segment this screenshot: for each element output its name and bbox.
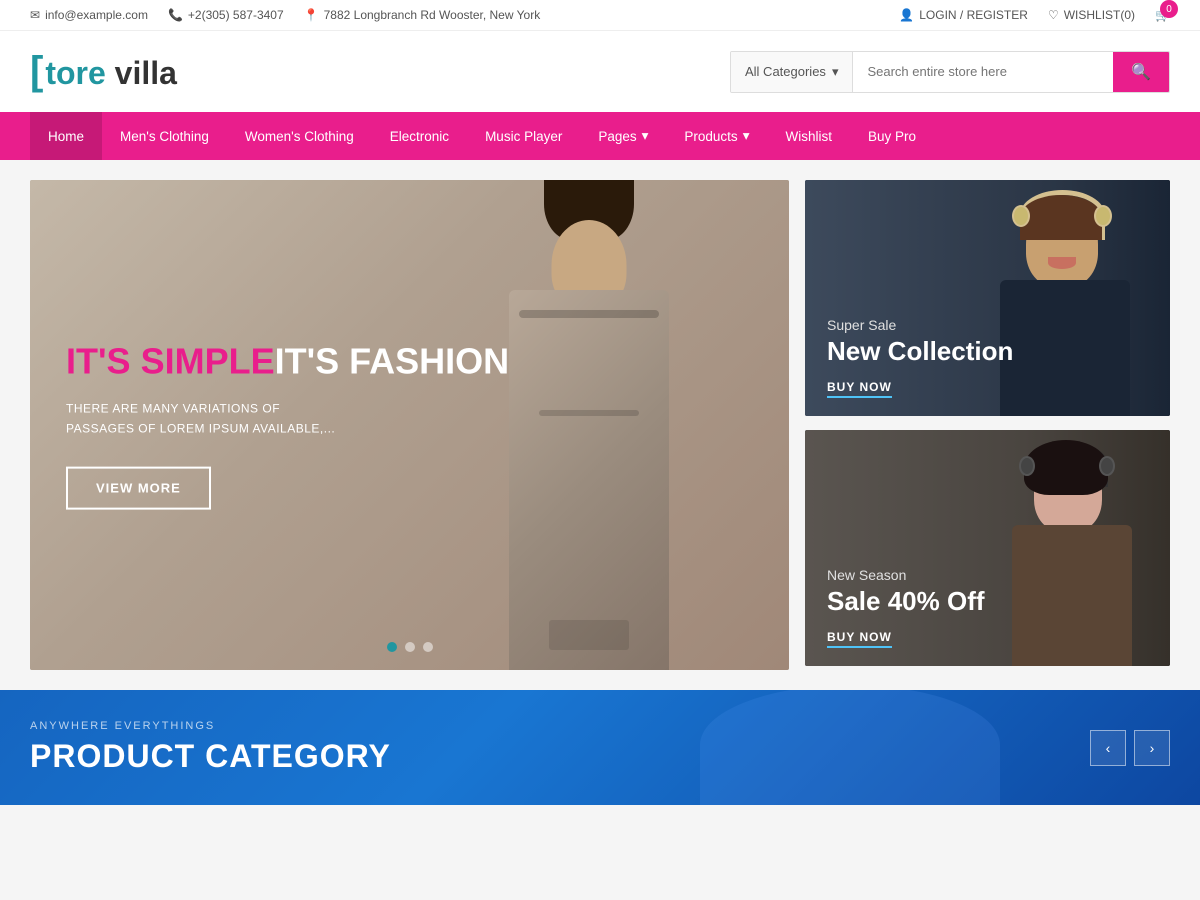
nav-item-wishlist[interactable]: Wishlist (767, 112, 850, 160)
banner-content-2: New Season Sale 40% Off BUY NOW (805, 545, 1007, 666)
hero-headline: IT'S SIMPLEIT'S FASHION (66, 341, 509, 382)
navbar: Home Men's Clothing Women's Clothing Ele… (0, 112, 1200, 160)
slider-dot-3[interactable] (423, 642, 433, 652)
search-input[interactable] (853, 52, 1113, 92)
banner-title-1: New Collection (827, 337, 1013, 366)
side-banners: Super Sale New Collection BUY NOW (805, 180, 1170, 670)
heart-icon: ♡ (1048, 8, 1059, 22)
figure-waist (539, 410, 639, 416)
banner-new-collection: Super Sale New Collection BUY NOW (805, 180, 1170, 416)
category-label: All Categories (745, 64, 826, 79)
product-cat-title: PRODUCT CATEGORY (30, 738, 391, 775)
banner-buy-now-2[interactable]: BUY NOW (827, 630, 892, 648)
user-icon: 👤 (899, 8, 914, 22)
chevron-down-icon: ▾ (832, 64, 839, 80)
banner-body-2 (1012, 525, 1132, 666)
figure-phone (549, 620, 629, 650)
product-category-section: ANYWHERE EVERYTHINGS PRODUCT CATEGORY ‹ … (0, 690, 1200, 805)
cart-count-badge: 0 (1160, 0, 1178, 18)
search-button[interactable]: 🔍 (1113, 52, 1169, 92)
category-dropdown[interactable]: All Categories ▾ (731, 52, 853, 92)
nav-item-womens-clothing[interactable]: Women's Clothing (227, 112, 372, 160)
search-bar: All Categories ▾ 🔍 (730, 51, 1170, 93)
hero-content: IT'S SIMPLEIT'S FASHION THERE ARE MANY V… (66, 341, 509, 510)
headphone-cup-right (1012, 205, 1030, 227)
wishlist-link[interactable]: ♡ WISHLIST(0) (1048, 8, 1135, 22)
logo-text: [tore villa (30, 49, 177, 94)
banner-hair-1 (1020, 195, 1102, 240)
product-cat-nav: ‹ › (1090, 730, 1170, 766)
nav-item-music-player[interactable]: Music Player (467, 112, 580, 160)
email-info: ✉ info@example.com (30, 8, 148, 22)
product-cat-text: ANYWHERE EVERYTHINGS PRODUCT CATEGORY (30, 720, 391, 775)
logo-bracket: [ (30, 49, 43, 93)
product-category-prev-button[interactable]: ‹ (1090, 730, 1126, 766)
nav-item-pages[interactable]: Pages ▾ (580, 112, 666, 160)
figure-collar (519, 310, 659, 318)
hero-view-more-button[interactable]: VIEW MORE (66, 466, 211, 509)
banner-buy-now-1[interactable]: BUY NOW (827, 380, 892, 398)
location-icon: 📍 (304, 8, 319, 22)
banner-content-1: Super Sale New Collection BUY NOW (805, 295, 1035, 416)
nav-item-products[interactable]: Products ▾ (666, 112, 767, 160)
topbar-right: 👤 LOGIN / REGISTER ♡ WISHLIST(0) 🛒 0 (899, 8, 1170, 22)
banner-super-label-2: New Season (827, 567, 985, 583)
slider-dot-1[interactable] (387, 642, 397, 652)
banner-super-label-1: Super Sale (827, 317, 1013, 333)
chevron-down-icon: ▾ (642, 128, 649, 144)
product-category-next-button[interactable]: › (1134, 730, 1170, 766)
cart-icon-button[interactable]: 🛒 0 (1155, 8, 1170, 22)
main-content: IT'S SIMPLEIT'S FASHION THERE ARE MANY V… (0, 160, 1200, 690)
topbar: ✉ info@example.com 📞 +2(305) 587-3407 📍 … (0, 0, 1200, 31)
headphone-cup-left-2 (1099, 456, 1115, 476)
slider-dot-2[interactable] (405, 642, 415, 652)
header: [tore villa All Categories ▾ 🔍 (0, 31, 1200, 112)
headphone-cup-left (1094, 205, 1112, 227)
banner-hair-2 (1024, 440, 1108, 495)
email-icon: ✉ (30, 8, 40, 22)
nav-item-home[interactable]: Home (30, 112, 102, 160)
smile (1048, 257, 1076, 269)
slider-dots (387, 642, 433, 652)
nav-item-electronic[interactable]: Electronic (372, 112, 467, 160)
topbar-left: ✉ info@example.com 📞 +2(305) 587-3407 📍 … (30, 8, 540, 22)
hero-slider: IT'S SIMPLEIT'S FASHION THERE ARE MANY V… (30, 180, 789, 670)
logo[interactable]: [tore villa (30, 49, 177, 94)
headphone-cup-right-2 (1019, 456, 1035, 476)
address-info: 📍 7882 Longbranch Rd Wooster, New York (304, 8, 541, 22)
banner-title-2: Sale 40% Off (827, 587, 985, 616)
hero-subtext: THERE ARE MANY VARIATIONS OF PASSAGES OF… (66, 400, 346, 438)
nav-item-mens-clothing[interactable]: Men's Clothing (102, 112, 227, 160)
chevron-down-icon: ▾ (743, 128, 750, 144)
banner-person-2 (980, 430, 1160, 666)
search-icon: 🔍 (1131, 64, 1151, 81)
figure-body (509, 290, 669, 670)
phone-info: 📞 +2(305) 587-3407 (168, 8, 284, 22)
login-register-link[interactable]: 👤 LOGIN / REGISTER (899, 8, 1028, 22)
nav-item-buy-pro[interactable]: Buy Pro (850, 112, 934, 160)
product-cat-sub: ANYWHERE EVERYTHINGS (30, 720, 391, 732)
banner-sale: New Season Sale 40% Off BUY NOW (805, 430, 1170, 666)
phone-icon: 📞 (168, 8, 183, 22)
